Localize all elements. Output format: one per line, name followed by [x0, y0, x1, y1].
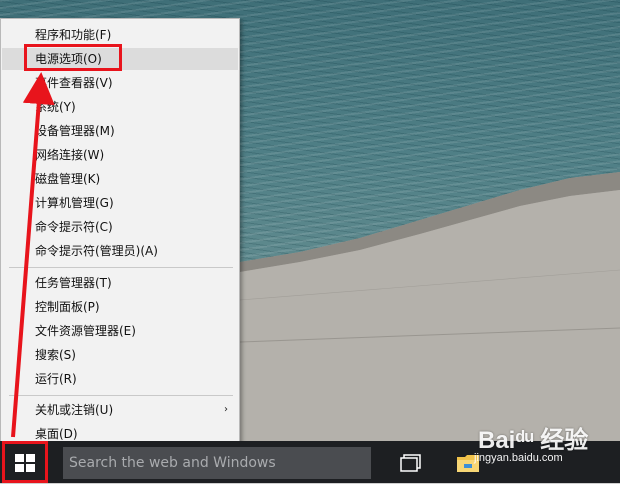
- menu-item-shutdown-label: 关机或注销(U): [35, 403, 114, 417]
- task-view-icon[interactable]: [398, 452, 424, 472]
- menu-separator: [9, 395, 233, 396]
- submenu-arrow-icon: ›: [224, 404, 228, 415]
- menu-item-command-prompt-admin[interactable]: 命令提示符(管理员)(A): [2, 240, 238, 262]
- winx-context-menu: 程序和功能(F) 电源选项(O) 事件查看器(V) 系统(Y) 设备管理器(M)…: [0, 18, 240, 446]
- windows-logo-icon: [15, 454, 35, 472]
- taskbar: Search the web and Windows: [0, 441, 620, 483]
- search-box[interactable]: Search the web and Windows: [63, 447, 371, 479]
- menu-item-run[interactable]: 运行(R): [2, 368, 238, 390]
- menu-item-task-manager[interactable]: 任务管理器(T): [2, 272, 238, 294]
- power-options-highlight-box: [24, 44, 122, 71]
- menu-item-device-manager[interactable]: 设备管理器(M): [2, 120, 238, 142]
- menu-item-search[interactable]: 搜索(S): [2, 344, 238, 366]
- menu-item-disk-management[interactable]: 磁盘管理(K): [2, 168, 238, 190]
- menu-item-network-connections[interactable]: 网络连接(W): [2, 144, 238, 166]
- menu-item-programs-features[interactable]: 程序和功能(F): [2, 24, 238, 46]
- start-button[interactable]: [2, 441, 48, 483]
- file-explorer-icon[interactable]: [455, 452, 481, 474]
- menu-item-control-panel[interactable]: 控制面板(P): [2, 296, 238, 318]
- menu-separator: [9, 267, 233, 268]
- menu-item-shutdown-signout[interactable]: 关机或注销(U) ›: [2, 399, 238, 421]
- menu-item-event-viewer[interactable]: 事件查看器(V): [2, 72, 238, 94]
- menu-item-system[interactable]: 系统(Y): [2, 96, 238, 118]
- menu-item-command-prompt[interactable]: 命令提示符(C): [2, 216, 238, 238]
- menu-item-file-explorer[interactable]: 文件资源管理器(E): [2, 320, 238, 342]
- menu-item-computer-management[interactable]: 计算机管理(G): [2, 192, 238, 214]
